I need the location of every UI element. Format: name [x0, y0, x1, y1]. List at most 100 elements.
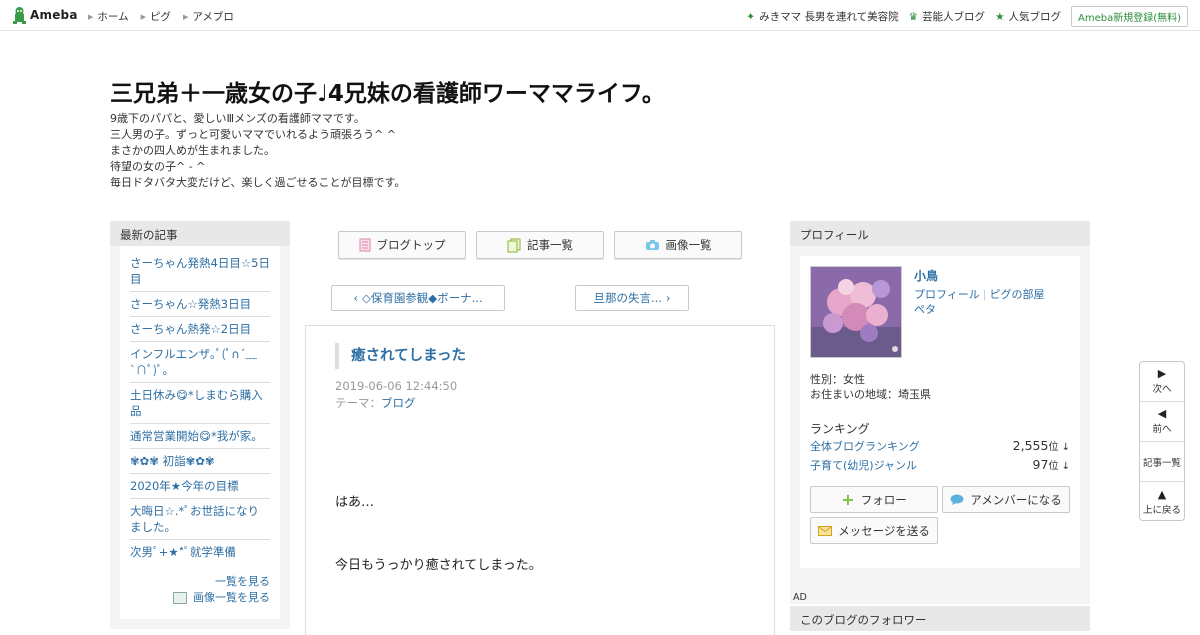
ranking-value: 97 [1032, 457, 1049, 472]
blog-title[interactable]: 三兄弟＋一歳女の子♩4兄妹の看護師ワーママライフ。 [110, 74, 665, 108]
send-message-button[interactable]: メッセージを送る [810, 517, 938, 544]
recent-entry-link[interactable]: さーちゃん☆発熱3日目 [130, 292, 270, 317]
popular-blog-link[interactable]: ★ 人気ブログ [995, 9, 1061, 24]
ranking-unit: 位 ↓ [1048, 461, 1070, 472]
recent-entry-link[interactable]: 2020年★今年の目標 [130, 474, 270, 499]
caret-right-icon: ▶ [182, 12, 189, 21]
recent-entry-link[interactable]: さーちゃん発熱4日目☆5日目 [130, 254, 270, 292]
entry-list-nav-label: 記事一覧 [1142, 457, 1181, 469]
profile-links: プロフィール | ピグの部屋 ペタ [914, 287, 1064, 317]
profile-link[interactable]: プロフィール [914, 288, 980, 301]
image-list-button[interactable]: 画像一覧 [614, 231, 742, 259]
blog-top-label: ブログトップ [376, 238, 446, 252]
global-nav: ▶ ホーム ▶ ピグ ▶ アメブロ [88, 9, 234, 24]
ranking-genre-link[interactable]: 子育て(幼児)ジャンル [810, 457, 917, 473]
sparkle-icon: ✦ [746, 10, 756, 23]
prev-entry-button[interactable]: ‹ ◇保育園参観◆ボーナ... [331, 285, 505, 311]
star-icon: ★ [995, 10, 1005, 23]
profile-box: 小鳥 プロフィール | ピグの部屋 ペタ 性別：女性 お住まいの地域：埼玉県 ランキ… [790, 246, 1090, 604]
profile-region: お住まいの地域：埼玉県 [810, 388, 931, 401]
follow-button[interactable]: + フォロー [810, 486, 938, 513]
ranking-row: 全体ブログランキング 2,555位 ↓ [810, 438, 1070, 454]
recent-entry-link[interactable]: ✾✿✾ 初詣✾✿✾ [130, 449, 270, 474]
trending-link[interactable]: ✦ みきママ 長男を連れて美容院 [746, 9, 898, 24]
popular-blog-label: 人気ブログ [1008, 11, 1061, 23]
ranking-overall-link[interactable]: 全体ブログランキング [810, 438, 920, 454]
nav-pigg[interactable]: ▶ ピグ [141, 9, 171, 24]
caret-right-icon: ▶ [140, 12, 146, 21]
follow-label: フォロー [860, 492, 907, 507]
entry-list-nav[interactable]: 記事一覧 [1140, 442, 1184, 482]
profile-gender: 性別：女性 [810, 373, 865, 386]
nav-ameblo-label: アメブロ [192, 11, 234, 23]
entry-theme-label: テーマ： [335, 396, 381, 410]
ameba-mascot-icon [13, 7, 26, 24]
followers-heading: このブログのフォロワー [790, 606, 1090, 631]
register-button[interactable]: Ameba新規登録(無料) [1070, 6, 1188, 27]
profile-name[interactable]: 小鳥 [914, 267, 938, 284]
blog-nav-buttons: ブログトップ 記事一覧 画像一覧 [338, 231, 742, 259]
chevron-left-icon: ‹ [353, 291, 358, 305]
recent-entry-link[interactable]: 土日休み😋*しまむら購入品 [130, 383, 270, 424]
recent-entry-link[interactable]: 次男ﾟ+★*ﾟ就学準備 [130, 540, 270, 564]
next-entry-button[interactable]: 旦那の失言... › [575, 285, 689, 311]
view-all-images-link[interactable]: 画像一覧を見る [193, 590, 270, 606]
recent-entry-link[interactable]: さーちゃん熱発☆2日目 [130, 317, 270, 342]
amember-button[interactable]: アメンバーになる [942, 486, 1070, 513]
entry-theme-link[interactable]: ブログ [381, 396, 416, 410]
send-message-label: メッセージを送る [838, 523, 930, 538]
entry-body-paragraph: 今日もうっかり癒されてしまった。 [335, 558, 542, 573]
caret-right-icon: ▶ [88, 12, 94, 21]
prev-nav-label: 前へ [1152, 424, 1172, 435]
profile-panel: プロフィール 小鳥 プロフィール | ピグの部屋 ペタ 性別：女性 お住まいの地… [790, 221, 1090, 604]
triangle-right-icon: ▶ [1157, 367, 1167, 380]
recent-entry-link[interactable]: 通常営業開始😋*我が家。 [130, 424, 270, 449]
camera-icon [645, 240, 659, 250]
image-list-label: 画像一覧 [665, 238, 712, 252]
ranking-value: 2,555 [1012, 438, 1049, 453]
link-separator: | [982, 288, 987, 301]
recent-entries-box: さーちゃん発熱4日目☆5日目 さーちゃん☆発熱3日目 さーちゃん熱発☆2日目 イ… [110, 246, 290, 629]
recent-entry-link[interactable]: 大晦日☆.*ﾟお世話になりました。 [130, 499, 270, 540]
view-all-entries-link[interactable]: 一覧を見る [215, 574, 270, 590]
plus-icon: + [841, 490, 855, 509]
profile-meta: 性別：女性 お住まいの地域：埼玉県 [810, 372, 931, 402]
ameba-logo[interactable]: Ameba [12, 6, 78, 24]
celebrity-blog-link[interactable]: ♛ 芸能人ブログ [909, 9, 985, 24]
entry-list-button[interactable]: 記事一覧 [476, 231, 604, 259]
entry-title[interactable]: 癒されてしまった [335, 343, 466, 369]
prev-entry-label: ◇保育園参観◆ボーナ... [361, 291, 483, 305]
description-line: 待望の女の子^ - ^ [110, 160, 206, 173]
recent-entries-list: さーちゃん発熱4日目☆5日目 さーちゃん☆発熱3日目 さーちゃん熱発☆2日目 イ… [120, 246, 280, 619]
next-entry-nav[interactable]: ▶ 次へ [1140, 362, 1184, 402]
profile-avatar[interactable] [810, 266, 902, 358]
blog-top-button[interactable]: ブログトップ [338, 231, 466, 259]
ranking-unit: 位 ↓ [1048, 442, 1070, 453]
header-right-links: ✦ みきママ 長男を連れて美容院 ♛ 芸能人ブログ ★ 人気ブログ Ameba新規登録… [746, 6, 1188, 27]
crown-icon: ♛ [908, 10, 919, 23]
nav-home[interactable]: ▶ ホーム [88, 9, 129, 24]
flower-bouquet-image [811, 267, 901, 357]
back-to-top-nav[interactable]: ▲ 上に戻る [1140, 482, 1184, 522]
recent-entry-link[interactable]: インフルエンザ｡ﾟ(ﾟ∩´﹏`∩ﾟ)ﾟ｡ [130, 342, 270, 383]
triangle-left-icon: ◀ [1157, 407, 1167, 420]
nav-home-label: ホーム [97, 11, 129, 23]
entry-date: 2019-06-06 12:44:50 [335, 379, 458, 393]
next-entry-label: 旦那の失言... [593, 291, 662, 305]
amember-label: アメンバーになる [970, 492, 1062, 507]
entry-body-paragraph: はあ… [335, 495, 375, 510]
prev-entry-nav[interactable]: ◀ 前へ [1140, 402, 1184, 442]
triangle-up-icon: ▲ [1157, 487, 1167, 501]
pigg-room-link[interactable]: ピグの部屋 [990, 288, 1045, 301]
entry-theme: テーマ：ブログ [335, 395, 416, 411]
document-icon [359, 238, 370, 252]
global-header: Ameba ▶ ホーム ▶ ピグ ▶ アメブロ ✦ みきママ 長男を連れて美容院 ♛ 芸能… [0, 0, 1200, 31]
nav-ameblo[interactable]: ▶ アメブロ [183, 9, 234, 24]
chevron-right-icon: › [665, 291, 671, 305]
back-to-top-label: 上に戻る [1142, 504, 1181, 516]
logo-text: Ameba [30, 8, 78, 22]
ranking-row: 子育て(幼児)ジャンル 97位 ↓ [810, 457, 1070, 473]
entry-list-label: 記事一覧 [527, 238, 573, 252]
blog-description: 9歳下のパパと、愛しいⅢメンズの看護師ママです。 三人男の子。ずっと可愛いママで… [110, 111, 405, 191]
peta-link[interactable]: ペタ [914, 303, 936, 316]
